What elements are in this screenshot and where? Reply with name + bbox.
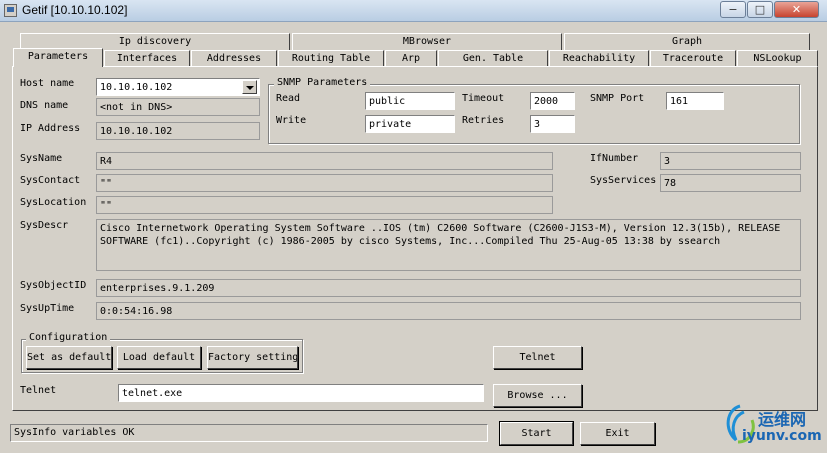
ifnumber-label: IfNumber — [590, 153, 639, 164]
host-name-combo[interactable]: 10.10.10.102 — [96, 78, 260, 96]
ifnumber-field: 3 — [660, 152, 801, 170]
status-bar: SysInfo variables OK — [10, 424, 488, 442]
snmp-port-label: SNMP Port — [590, 93, 645, 104]
sysdescr-field: Cisco Internetwork Operating System Soft… — [96, 219, 801, 271]
sysservices-label: SysServices — [590, 175, 656, 186]
sysname-field: R4 — [96, 152, 553, 170]
sysdescr-line-1: Cisco Internetwork Operating System Soft… — [100, 223, 781, 234]
sysobjectid-field: enterprises.9.1.209 — [96, 279, 801, 297]
tab-gen-table[interactable]: Gen. Table — [438, 50, 548, 66]
read-community-label: Read — [276, 93, 301, 104]
syscontact-label: SysContact — [20, 175, 81, 186]
write-community-label: Write — [276, 115, 307, 126]
configuration-legend: Configuration — [26, 332, 111, 343]
watermark-cn-text: 运维网 — [758, 410, 807, 429]
title-bar: Getif [10.10.10.102] − □ ✕ — [0, 0, 827, 22]
sysuptime-field: 0:0:54:16.98 — [96, 302, 801, 320]
sysservices-field: 78 — [660, 174, 801, 192]
factory-setting-button[interactable]: Factory setting — [207, 346, 298, 369]
sysuptime-label: SysUpTime — [20, 303, 75, 314]
telnet-path-input[interactable]: telnet.exe — [118, 384, 484, 402]
tab-interfaces[interactable]: Interfaces — [104, 50, 190, 66]
sysname-label: SysName — [20, 153, 63, 164]
set-as-default-button[interactable]: Set as default — [26, 346, 112, 369]
sysobjectid-label: SysObjectID — [20, 280, 87, 291]
ip-address-label: IP Address — [20, 123, 81, 134]
close-button[interactable]: ✕ — [774, 1, 819, 18]
tab-routing-table[interactable]: Routing Table — [278, 50, 384, 66]
snmp-parameters-legend: SNMP Parameters — [274, 77, 371, 88]
tab-arp[interactable]: Arp — [385, 50, 437, 66]
maximize-button[interactable]: □ — [747, 1, 773, 18]
write-community-input[interactable]: private — [365, 115, 455, 133]
load-default-button[interactable]: Load default — [117, 346, 201, 369]
watermark-url-text: iyunv.com — [742, 428, 822, 444]
sysdescr-label: SysDescr — [20, 220, 69, 231]
dns-name-label: DNS name — [20, 100, 69, 111]
exit-button[interactable]: Exit — [580, 422, 655, 445]
tab-addresses[interactable]: Addresses — [191, 50, 277, 66]
ip-address-field: 10.10.10.102 — [96, 122, 260, 140]
read-community-input[interactable]: public — [365, 92, 455, 110]
browse-button[interactable]: Browse ... — [493, 384, 582, 407]
retries-input[interactable]: 3 — [530, 115, 575, 133]
tab-parameters[interactable]: Parameters — [13, 48, 103, 67]
tab-reachability[interactable]: Reachability — [549, 50, 649, 66]
timeout-input[interactable]: 2000 — [530, 92, 575, 110]
chevron-down-icon — [246, 86, 254, 90]
telnet-button[interactable]: Telnet — [493, 346, 582, 369]
retries-label: Retries — [462, 115, 505, 126]
syslocation-label: SysLocation — [20, 197, 87, 208]
watermark-logo: 运维网 iyunv.com — [720, 400, 822, 450]
syscontact-field: "" — [96, 174, 553, 192]
tab-mbrowser[interactable]: MBrowser — [292, 33, 562, 50]
timeout-label: Timeout — [462, 93, 505, 104]
snmp-port-input[interactable]: 161 — [666, 92, 724, 110]
app-icon — [4, 4, 17, 17]
window-title: Getif [10.10.10.102] — [22, 3, 128, 17]
start-button[interactable]: Start — [499, 421, 574, 446]
host-name-label: Host name — [20, 78, 75, 89]
host-name-dropdown-button[interactable] — [242, 80, 257, 94]
tab-graph[interactable]: Graph — [564, 33, 810, 50]
minimize-button[interactable]: − — [720, 1, 746, 18]
dns-name-field: <not in DNS> — [96, 98, 260, 116]
sysdescr-line-2: SOFTWARE (fc1)..Copyright (c) 1986-2005 … — [100, 236, 721, 247]
telnet-label: Telnet — [20, 385, 57, 396]
syslocation-field: "" — [96, 196, 553, 214]
tab-traceroute[interactable]: Traceroute — [650, 50, 736, 66]
tab-nslookup[interactable]: NSLookup — [737, 50, 818, 66]
host-name-value: 10.10.10.102 — [100, 82, 173, 93]
